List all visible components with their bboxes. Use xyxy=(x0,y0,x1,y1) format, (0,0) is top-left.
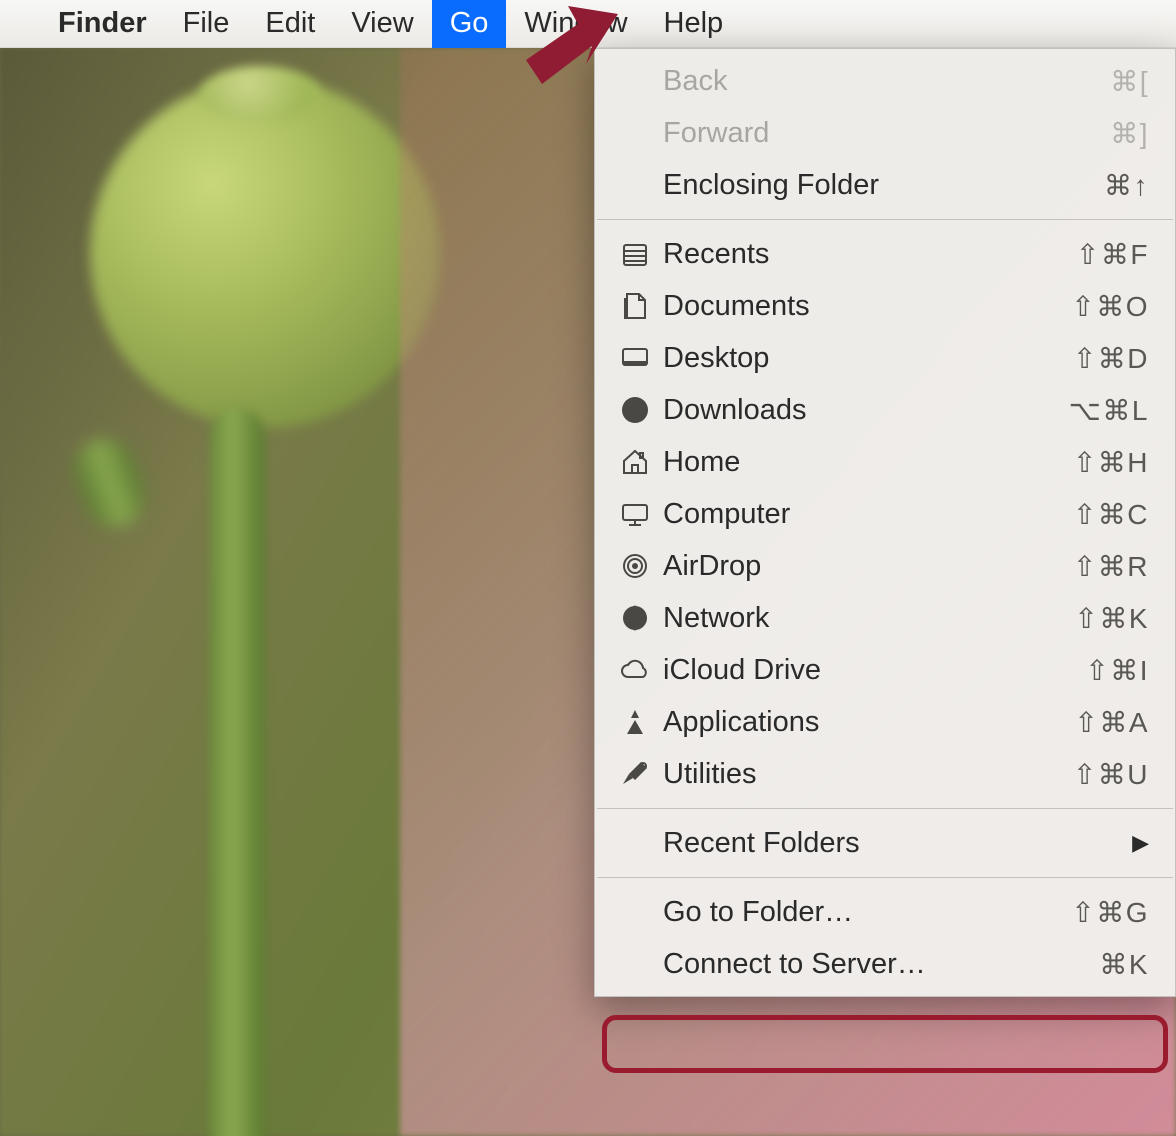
applications-icon xyxy=(613,706,657,738)
menu-back-shortcut: ⌘[ xyxy=(1029,65,1149,98)
menu-enclosing-shortcut: ⌘↑ xyxy=(1029,169,1149,202)
computer-icon xyxy=(613,498,657,530)
menu-separator xyxy=(597,219,1173,220)
menu-separator xyxy=(597,877,1173,878)
menu-recents[interactable]: Recents ⇧⌘F xyxy=(595,228,1175,280)
icloud-icon xyxy=(613,654,657,686)
menu-network[interactable]: Network ⇧⌘K xyxy=(595,592,1175,644)
network-icon xyxy=(613,602,657,634)
menu-downloads[interactable]: Downloads ⌥⌘L xyxy=(595,384,1175,436)
menu-utilities[interactable]: Utilities ⇧⌘U xyxy=(595,748,1175,800)
menu-separator xyxy=(597,808,1173,809)
menu-computer[interactable]: Computer ⇧⌘C xyxy=(595,488,1175,540)
menu-forward-shortcut: ⌘] xyxy=(1029,117,1149,150)
recents-icon xyxy=(613,238,657,270)
menu-home[interactable]: Home ⇧⌘H xyxy=(595,436,1175,488)
menu-enclosing-folder[interactable]: Enclosing Folder ⌘↑ xyxy=(595,159,1175,211)
go-menu-dropdown: Back ⌘[ Forward ⌘] Enclosing Folder ⌘↑ R… xyxy=(594,48,1176,997)
menubar-file[interactable]: File xyxy=(165,0,248,48)
menu-airdrop[interactable]: AirDrop ⇧⌘R xyxy=(595,540,1175,592)
menubar-help[interactable]: Help xyxy=(646,0,742,48)
menu-forward: Forward ⌘] xyxy=(595,107,1175,159)
menu-icloud[interactable]: iCloud Drive ⇧⌘I xyxy=(595,644,1175,696)
menu-recent-folders[interactable]: Recent Folders ▶ xyxy=(595,817,1175,869)
menu-applications[interactable]: Applications ⇧⌘A xyxy=(595,696,1175,748)
downloads-icon xyxy=(613,394,657,426)
submenu-arrow-icon: ▶ xyxy=(1132,830,1149,856)
menu-documents[interactable]: Documents ⇧⌘O xyxy=(595,280,1175,332)
menubar-go[interactable]: Go xyxy=(432,0,507,48)
desktop-icon xyxy=(613,342,657,374)
airdrop-icon xyxy=(613,550,657,582)
menubar: Finder File Edit View Go Window Help xyxy=(0,0,1176,48)
home-icon xyxy=(613,446,657,478)
documents-icon xyxy=(613,290,657,322)
menubar-view[interactable]: View xyxy=(333,0,431,48)
utilities-icon xyxy=(613,758,657,790)
menubar-window[interactable]: Window xyxy=(506,0,645,48)
menubar-edit[interactable]: Edit xyxy=(247,0,333,48)
menu-go-to-folder[interactable]: Go to Folder… ⇧⌘G xyxy=(595,886,1175,938)
menu-desktop[interactable]: Desktop ⇧⌘D xyxy=(595,332,1175,384)
menu-back-label: Back xyxy=(657,65,1029,98)
menubar-app-name[interactable]: Finder xyxy=(40,0,165,48)
menu-back: Back ⌘[ xyxy=(595,55,1175,107)
menu-forward-label: Forward xyxy=(657,117,1029,150)
menu-enclosing-label: Enclosing Folder xyxy=(657,169,1029,202)
menu-connect-to-server[interactable]: Connect to Server… ⌘K xyxy=(595,938,1175,990)
